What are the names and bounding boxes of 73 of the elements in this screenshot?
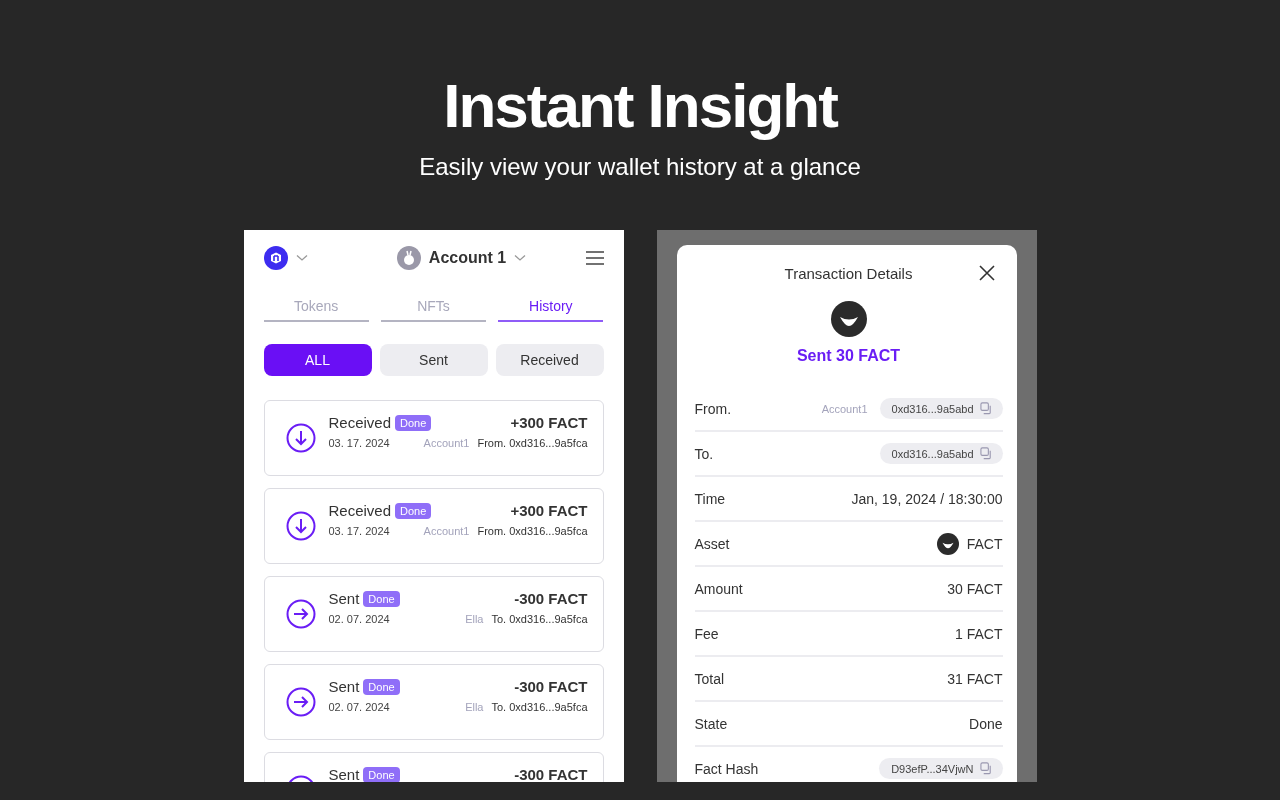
network-logo-icon[interactable] (263, 246, 288, 270)
transaction-date: 03. 17. 2024 (328, 437, 390, 449)
status-badge: Done (363, 766, 400, 782)
page-subtitle: Easily view your wallet history at a glance (419, 152, 861, 182)
counterparty-name: Account1 (423, 437, 470, 449)
transaction-amount: +300 FACT (510, 414, 588, 431)
detail-label: Fact Hash (694, 760, 759, 777)
transaction-type: Received (328, 414, 392, 431)
status-badge: Done (363, 678, 400, 695)
counterparty-name: Ella (465, 701, 484, 713)
transaction-date: 03. 17. 2024 (328, 525, 390, 537)
transaction-type: Sent (328, 678, 360, 695)
status-badge: Done (395, 414, 432, 431)
filter-button[interactable]: ALL (263, 344, 372, 376)
detail-value: 31 FACT (947, 670, 1003, 687)
copy-icon[interactable] (979, 447, 993, 460)
arrow-down-circle-icon (285, 423, 316, 453)
avatar-icon[interactable] (396, 246, 421, 270)
detail-label: To. (694, 445, 714, 462)
counterparty-name: Ella (465, 613, 484, 625)
transaction-summary: Sent 30 FACT (796, 347, 901, 365)
transaction-address: From. 0xd316...9a5fca (477, 525, 588, 537)
transaction-type: Sent (328, 766, 360, 782)
detail-value: 1 FACT (955, 625, 1003, 642)
transaction-card[interactable]: Received Done +300 FACT 03. 17. 2024 Account1 From. 0xd316...9a5fca (263, 488, 604, 564)
page-title: Instant Insight (443, 70, 837, 142)
detail-label: Amount (694, 580, 743, 597)
transaction-address: From. 0xd316...9a5fca (477, 437, 588, 449)
chevron-down-icon[interactable] (295, 254, 308, 262)
transaction-address: To. 0xd316...9a5fca (491, 701, 588, 713)
modal-title: Transaction Details (784, 264, 913, 282)
address-chip[interactable]: 0xd316...9a5abd (879, 443, 1003, 464)
account-name[interactable]: Account 1 (428, 249, 507, 267)
copy-icon[interactable] (979, 402, 993, 415)
arrow-down-circle-icon (285, 511, 316, 541)
copy-icon[interactable] (979, 762, 993, 775)
account-label: Account1 (821, 402, 868, 415)
token-logo-icon (936, 532, 959, 555)
transaction-amount: -300 FACT (514, 766, 588, 782)
address-chip[interactable]: D93efP...34VjwN (879, 758, 1003, 779)
address-chip[interactable]: 0xd316...9a5abd (879, 398, 1003, 419)
detail-value: FACT (966, 535, 1003, 552)
detail-label: Fee (694, 625, 719, 642)
status-badge: Done (395, 502, 432, 519)
menu-icon[interactable] (585, 251, 604, 265)
token-logo-icon (830, 301, 867, 337)
transaction-address: To. 0xd316...9a5fca (491, 613, 588, 625)
counterparty-name: Account1 (423, 525, 470, 537)
transaction-amount: -300 FACT (514, 678, 588, 695)
detail-label: Total (694, 670, 725, 687)
close-icon[interactable] (978, 265, 995, 281)
transaction-card[interactable]: Received Done +300 FACT 03. 17. 2024 Account1 From. 0xd316...9a5fca (263, 400, 604, 476)
transaction-card[interactable]: Sent Done -300 FACT 02. 07. 2024 Ella To. 0xd316...9a5fca (263, 576, 604, 652)
transaction-amount: +300 FACT (510, 502, 588, 519)
chevron-down-icon[interactable] (514, 254, 527, 262)
transaction-card[interactable]: Sent Done -300 FACT (263, 752, 604, 782)
transaction-date: 02. 07. 2024 (328, 613, 390, 625)
detail-value: Done (969, 715, 1003, 732)
filter-button[interactable]: Received (495, 344, 604, 376)
transaction-type: Received (328, 502, 392, 519)
transaction-date: 02. 07. 2024 (328, 701, 390, 713)
detail-value: 30 FACT (947, 580, 1003, 597)
transaction-amount: -300 FACT (514, 590, 588, 607)
detail-label: Asset (694, 535, 730, 552)
detail-label: From. (694, 400, 732, 417)
transaction-card[interactable]: Sent Done -300 FACT 02. 07. 2024 Ella To. 0xd316...9a5fca (263, 664, 604, 740)
status-badge: Done (363, 590, 400, 607)
detail-value: Jan, 19, 2024 / 18:30:00 (851, 490, 1003, 507)
detail-label: State (694, 715, 728, 732)
filter-button[interactable]: Sent (379, 344, 488, 376)
detail-label: Time (694, 490, 726, 507)
transaction-type: Sent (328, 590, 360, 607)
tab[interactable]: History (498, 292, 604, 322)
